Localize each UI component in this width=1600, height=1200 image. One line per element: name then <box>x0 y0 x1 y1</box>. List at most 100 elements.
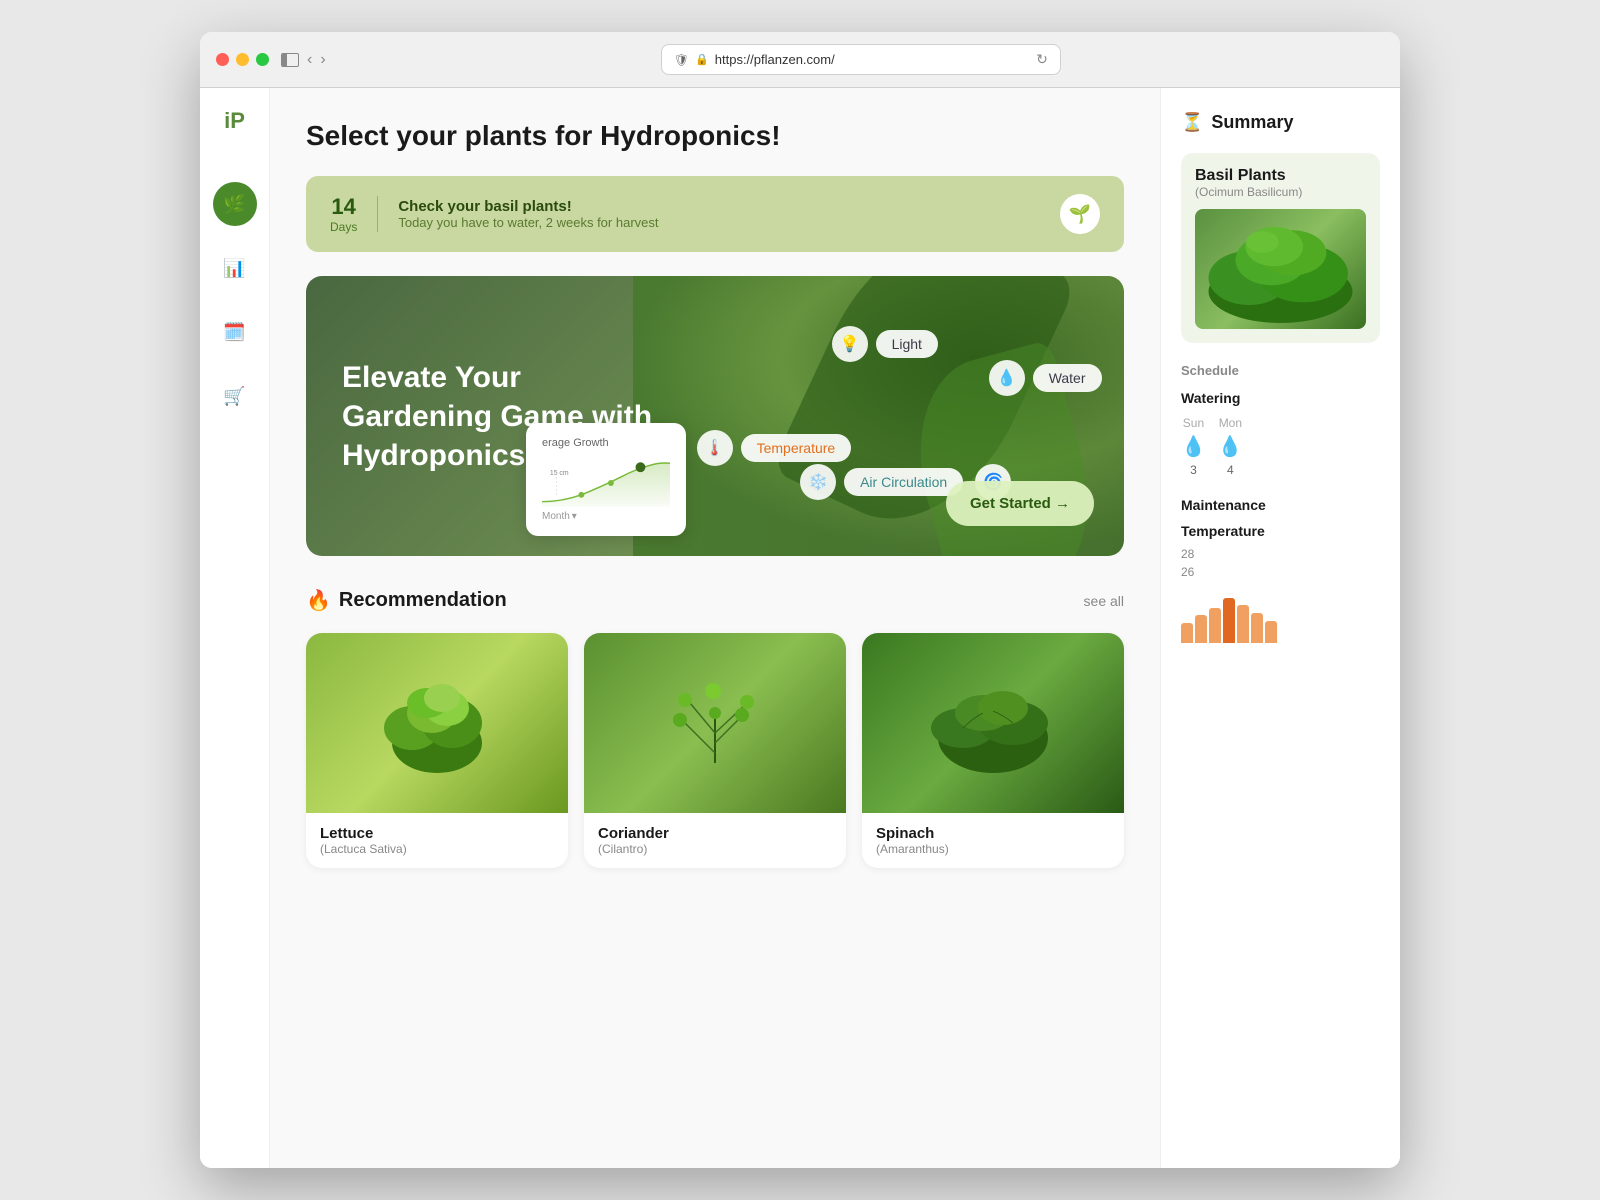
water-drop-sun: 💧 <box>1181 434 1206 459</box>
recommendation-title: 🔥 Recommendation <box>306 588 507 613</box>
notif-heading: Check your basil plants! <box>398 198 658 215</box>
refresh-button[interactable]: ↻ <box>1036 51 1048 68</box>
plant-card-spinach[interactable]: Spinach (Amaranthus) <box>862 633 1124 868</box>
get-started-button[interactable]: Get Started → <box>946 481 1094 526</box>
temperature-label: Temperature <box>1181 523 1380 539</box>
day-sun-label: Sun <box>1183 416 1204 430</box>
temp-value-26: 26 <box>1181 565 1380 579</box>
app-layout: iP 🌿 📊 🗓️ 🛒 Select your plants for Hydro… <box>200 88 1400 1168</box>
plant-scientific-spinach: (Amaranthus) <box>876 842 1110 856</box>
plant-scientific-lettuce: (Lactuca Sativa) <box>320 842 554 856</box>
temp-bar-7 <box>1265 621 1277 643</box>
sidebar-item-cart[interactable]: 🛒 <box>213 374 257 418</box>
sidebar-nav: 🌿 📊 🗓️ 🛒 <box>213 182 257 418</box>
water-label: Water <box>1033 364 1102 392</box>
svg-text:15 cm: 15 cm <box>550 470 569 477</box>
schedule-section: Schedule Watering Sun 💧 3 Mon 💧 4 <box>1181 363 1380 477</box>
traffic-lights <box>216 53 269 66</box>
url-text: https://pflanzen.com/ <box>715 52 835 67</box>
minimize-button[interactable] <box>236 53 249 66</box>
right-summary-panel: ⏳ Summary Basil Plants (Ocimum Basilicum… <box>1160 88 1400 1168</box>
chart-month-label: Month ▾ <box>542 511 670 522</box>
day-sun-num: 3 <box>1190 463 1197 477</box>
back-button[interactable]: ‹ <box>307 51 312 69</box>
feature-temperature: 🌡️ Temperature <box>697 430 852 466</box>
browser-window: ‹ › 🛡 🔒 https://pflanzen.com/ ↻ iP 🌿 📊 <box>200 32 1400 1168</box>
app-logo[interactable]: iP <box>224 108 245 134</box>
sidebar-item-plants[interactable]: 🌿 <box>213 182 257 226</box>
fire-icon: 🔥 <box>306 588 331 613</box>
water-day-mon: Mon 💧 4 <box>1218 416 1243 477</box>
lock-icon: 🔒 <box>695 53 709 66</box>
recommendation-section-header: 🔥 Recommendation see all <box>306 588 1124 613</box>
notif-divider <box>377 196 378 232</box>
basil-plant-image <box>1195 209 1366 329</box>
temp-value-28: 28 <box>1181 547 1380 561</box>
see-all-link[interactable]: see all <box>1084 593 1124 609</box>
temperature-label: Temperature <box>741 434 852 462</box>
plant-cards-grid: Lettuce (Lactuca Sativa) <box>306 633 1124 868</box>
plant-image-coriander <box>584 633 846 813</box>
sidebar-item-calendar[interactable]: 🗓️ <box>213 310 257 354</box>
address-bar-container: 🛡 🔒 https://pflanzen.com/ ↻ <box>338 44 1384 75</box>
chart-line: 15 cm <box>542 457 670 507</box>
day-mon-num: 4 <box>1227 463 1234 477</box>
notif-days-number: 14 <box>330 194 357 220</box>
plant-info-coriander: Coriander (Cilantro) <box>584 813 846 868</box>
feature-water: 💧 Water <box>989 360 1102 396</box>
plant-name-coriander: Coriander <box>598 825 832 842</box>
panel-title: ⏳ Summary <box>1181 112 1380 133</box>
address-bar[interactable]: 🛡 🔒 https://pflanzen.com/ ↻ <box>661 44 1061 75</box>
plant-name-lettuce: Lettuce <box>320 825 554 842</box>
temp-bar-4 <box>1223 598 1235 643</box>
sidebar-toggle-button[interactable] <box>281 53 299 67</box>
hero-banner: Elevate Your Gardening Game with Hydropo… <box>306 276 1124 556</box>
temp-bar-chart <box>1181 583 1380 643</box>
notification-banner: 14 Days Check your basil plants! Today y… <box>306 176 1124 252</box>
browser-controls: ‹ › <box>281 51 326 69</box>
leaf-icon: 🌿 <box>223 194 245 215</box>
plant-name-spinach: Spinach <box>876 825 1110 842</box>
basil-card: Basil Plants (Ocimum Basilicum) <box>1181 153 1380 343</box>
light-label: Light <box>876 330 938 358</box>
maintenance-label: Maintenance <box>1181 497 1380 513</box>
close-button[interactable] <box>216 53 229 66</box>
cart-icon: 🛒 <box>223 386 245 407</box>
plant-image-lettuce <box>306 633 568 813</box>
watering-days: Sun 💧 3 Mon 💧 4 <box>1181 416 1380 477</box>
light-icon: 💡 <box>832 326 868 362</box>
browser-chrome: ‹ › 🛡 🔒 https://pflanzen.com/ ↻ <box>200 32 1400 88</box>
plant-info-lettuce: Lettuce (Lactuca Sativa) <box>306 813 568 868</box>
water-day-sun: Sun 💧 3 <box>1181 416 1206 477</box>
plant-card-lettuce[interactable]: Lettuce (Lactuca Sativa) <box>306 633 568 868</box>
notif-subtext: Today you have to water, 2 weeks for har… <box>398 215 658 230</box>
notif-text: Check your basil plants! Today you have … <box>398 198 658 230</box>
schedule-label: Schedule <box>1181 363 1380 378</box>
plant-image-spinach <box>862 633 1124 813</box>
calendar-icon: 🗓️ <box>223 322 245 343</box>
temp-values: 28 26 <box>1181 547 1380 579</box>
hourglass-icon: ⏳ <box>1181 112 1203 133</box>
water-icon: 💧 <box>989 360 1025 396</box>
sidebar-item-analytics[interactable]: 📊 <box>213 246 257 290</box>
chart-label: erage Growth <box>542 437 670 449</box>
temp-bar-2 <box>1195 615 1207 643</box>
plant-scientific-coriander: (Cilantro) <box>598 842 832 856</box>
sidebar: iP 🌿 📊 🗓️ 🛒 <box>200 88 270 1168</box>
temp-bar-1 <box>1181 623 1193 643</box>
hero-chart-card: erage Growth <box>526 423 686 536</box>
basil-scientific-name: (Ocimum Basilicum) <box>1195 185 1366 199</box>
feature-light: 💡 Light <box>832 326 938 362</box>
watering-label: Watering <box>1181 390 1380 406</box>
forward-button[interactable]: › <box>320 51 325 69</box>
air-label: Air Circulation <box>844 468 963 496</box>
notif-days-label: Days <box>330 220 357 234</box>
notif-plant-icon: 🌱 <box>1060 194 1100 234</box>
temp-bar-6 <box>1251 613 1263 643</box>
basil-plant-name: Basil Plants <box>1195 167 1366 185</box>
plant-card-coriander[interactable]: Coriander (Cilantro) <box>584 633 846 868</box>
day-mon-label: Mon <box>1219 416 1242 430</box>
maximize-button[interactable] <box>256 53 269 66</box>
notif-days: 14 Days <box>330 194 357 234</box>
maintenance-section: Maintenance Temperature 28 26 <box>1181 497 1380 643</box>
